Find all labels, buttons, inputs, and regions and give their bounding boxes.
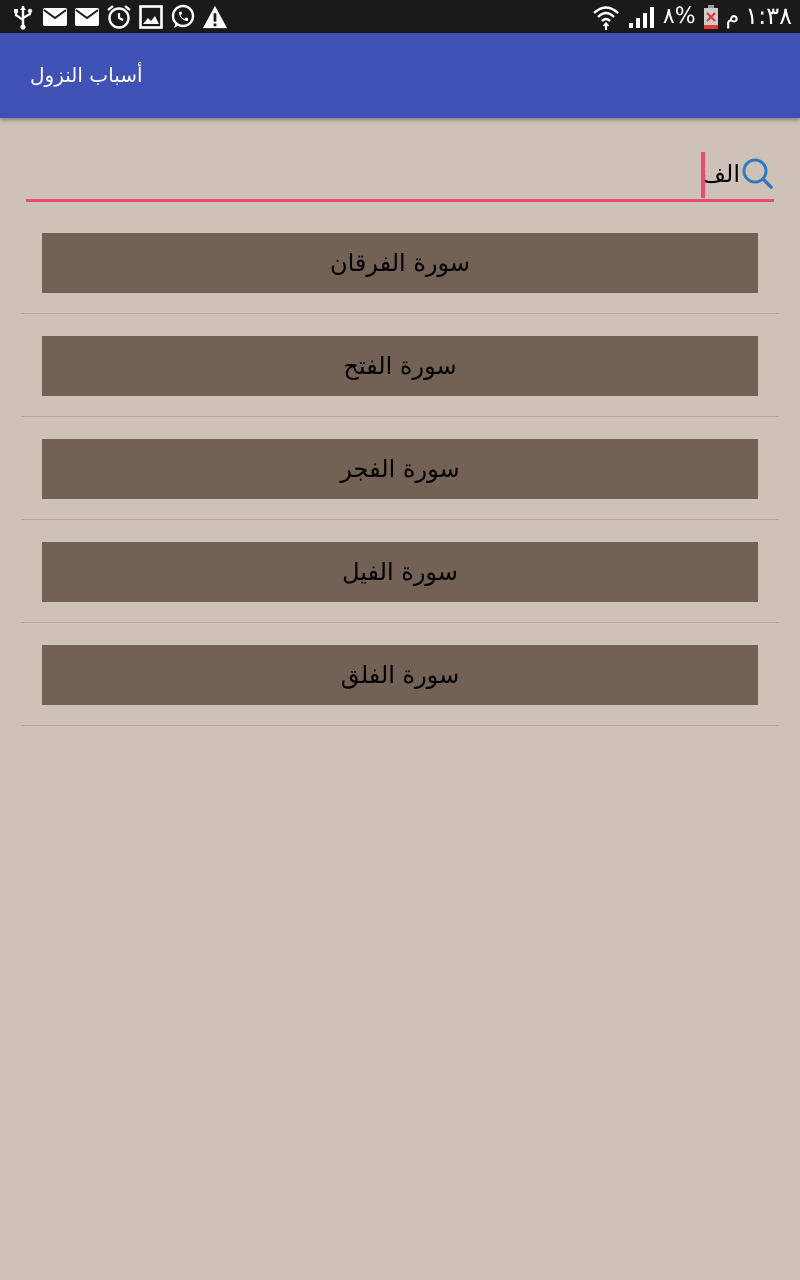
search-icon[interactable] [740,156,774,190]
surah-label: سورة الفتح [343,352,457,380]
surah-label: سورة الفلق [340,661,460,689]
signal-icon [627,4,657,30]
surah-list: سورة الفرقان سورة الفتح سورة الفجر سورة … [21,211,779,726]
list-item: سورة الفجر [21,417,779,520]
email-icon [42,4,68,30]
surah-button-al-fajr[interactable]: سورة الفجر [42,439,758,499]
surah-label: سورة الفيل [342,558,458,586]
image-icon [138,4,164,30]
list-item: سورة الفتح [21,314,779,417]
whatsapp-icon [170,4,196,30]
search-underline [26,199,774,202]
email-icon [74,4,100,30]
text-cursor [701,152,705,198]
status-ampm: م [725,4,740,29]
surah-button-al-fil[interactable]: سورة الفيل [42,542,758,602]
app-title: أسباب النزول [30,63,143,87]
app-bar: أسباب النزول [0,33,800,118]
list-item: سورة الفلق [21,623,779,726]
search-input[interactable] [80,150,740,198]
battery-icon [702,4,720,30]
status-bar: ٨% م ١:٣٨ [0,0,800,33]
notification-icons [10,3,228,31]
status-time: ١:٣٨ [745,2,792,30]
battery-percent: ٨% [662,4,696,29]
surah-button-al-fath[interactable]: سورة الفتح [42,336,758,396]
warning-icon [202,4,228,30]
usb-icon [10,4,36,30]
surah-button-al-falaq[interactable]: سورة الفلق [42,645,758,705]
surah-label: سورة الفجر [340,455,460,483]
surah-button-al-furqan[interactable]: سورة الفرقان [42,233,758,293]
alarm-icon [106,4,132,30]
search-bar[interactable] [26,150,774,202]
wifi-icon [591,4,621,30]
list-item: سورة الفرقان [21,211,779,314]
list-item: سورة الفيل [21,520,779,623]
system-icons: ٨% م ١:٣٨ [591,0,792,33]
surah-label: سورة الفرقان [329,249,471,277]
